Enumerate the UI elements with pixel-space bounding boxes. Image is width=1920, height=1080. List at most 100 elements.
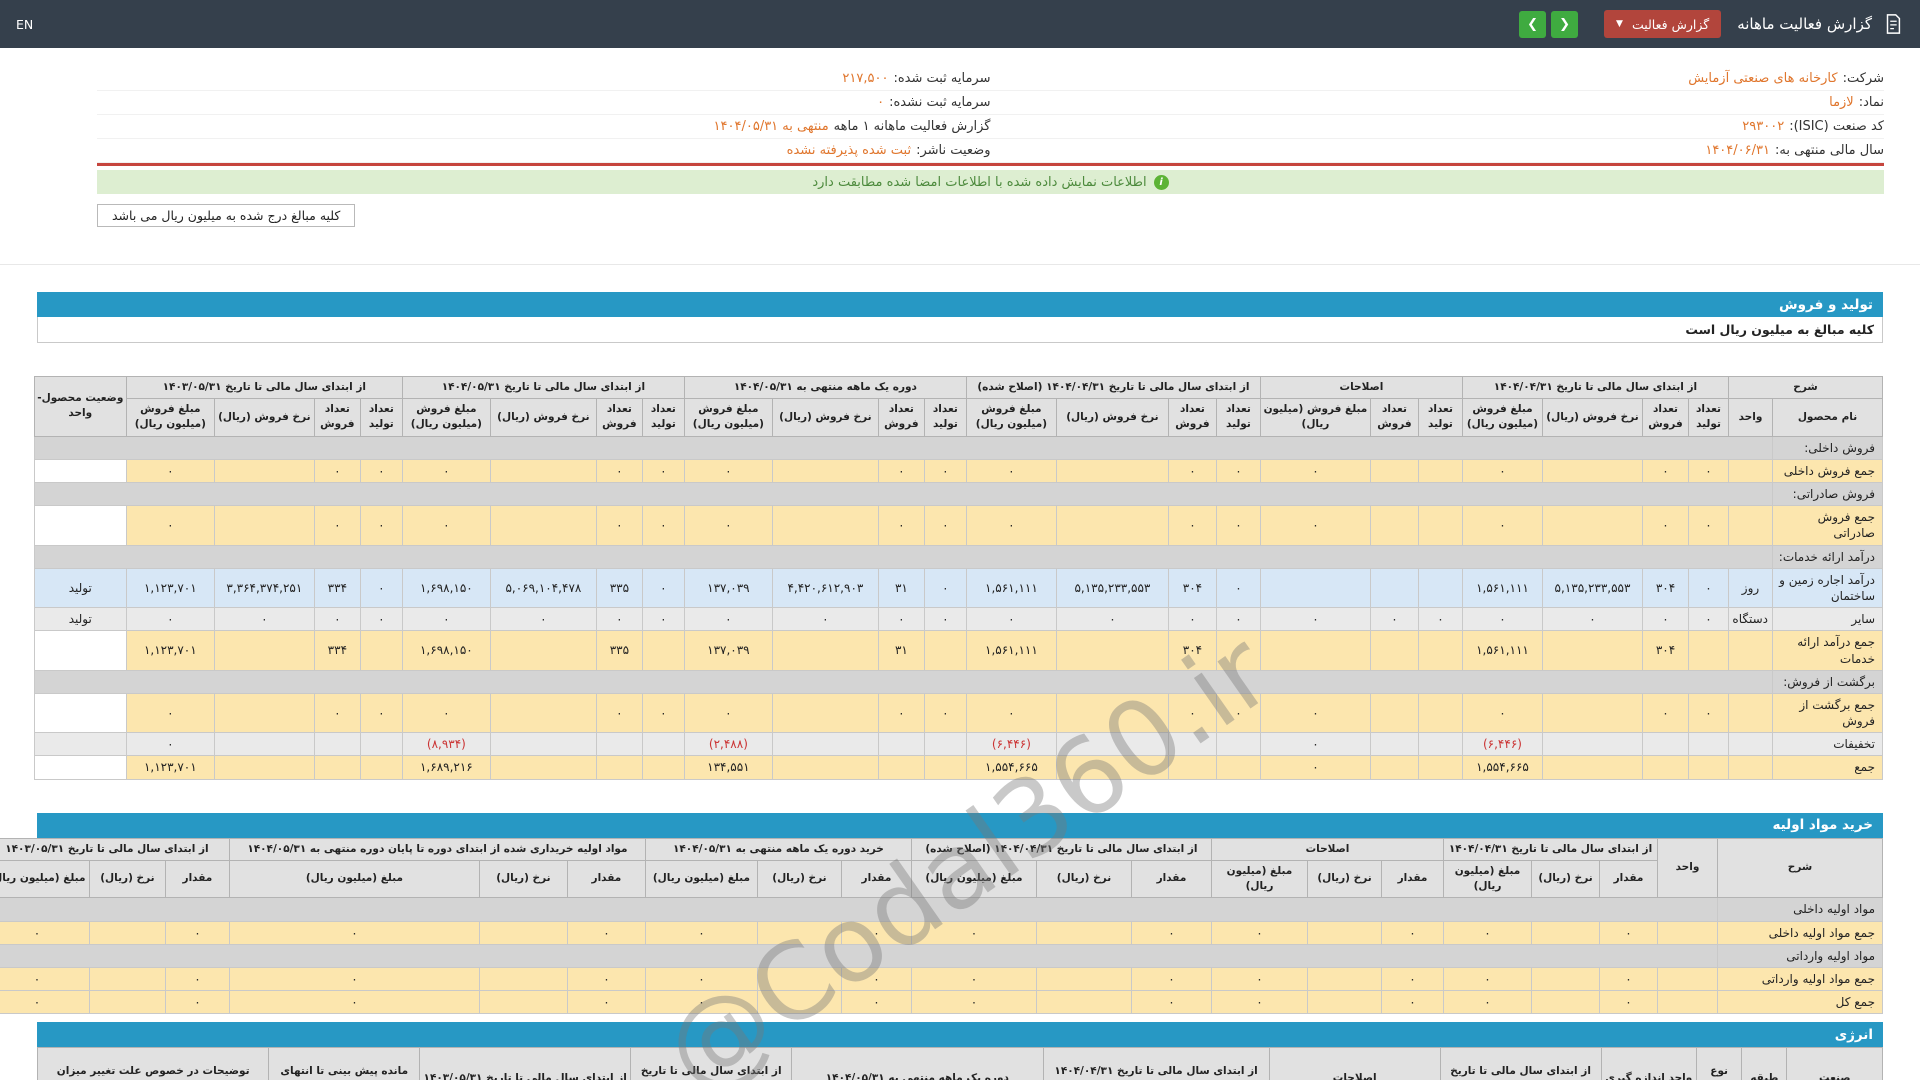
measure-header: نرخ (ریال) xyxy=(1036,860,1131,897)
value-cell: ۰ xyxy=(1216,693,1260,732)
status-cell xyxy=(34,693,126,732)
row-label: مواد اولیه وارداتی xyxy=(1718,944,1883,967)
company-info-right-column: شرکت:کارخانه های صنعتی آزمایشنماد:لازماک… xyxy=(991,67,1885,163)
measure-header: مقدار xyxy=(165,860,229,897)
period-group-header: از ابتدای سال مالی تا تاریخ ۱۴۰۳/۰۵/۳۱ xyxy=(0,838,229,860)
value-cell xyxy=(1418,506,1462,545)
value-cell xyxy=(360,733,402,756)
value-cell: ۱۳۷,۰۳۹ xyxy=(684,568,772,607)
section-fill xyxy=(34,483,1772,506)
value-cell xyxy=(772,459,878,482)
measure-header: نرخ (ریال) xyxy=(1532,860,1600,897)
value-cell xyxy=(642,733,684,756)
status-cell xyxy=(34,459,126,482)
value-cell: ۱۳۴,۵۵۱ xyxy=(684,756,772,779)
info-value: ۰ xyxy=(877,95,884,110)
info-label: سال مالی منتهی به: xyxy=(1775,143,1884,158)
value-cell xyxy=(479,991,567,1014)
period-group-header: از ابتدای سال مالی تا تاریخ ۱۴۰۴/۰۴/۳۱ (… xyxy=(911,838,1211,860)
company-info-row: گزارش فعالیت ماهانه ۱ ماههمنتهی به ۱۴۰۴/… xyxy=(97,115,991,139)
value-cell: ۰ xyxy=(126,459,214,482)
value-cell: ۰ xyxy=(1131,991,1211,1014)
value-cell xyxy=(1036,921,1131,944)
unit-cell xyxy=(1729,631,1773,670)
value-cell: ۰ xyxy=(126,608,214,631)
value-cell xyxy=(490,693,596,732)
value-cell xyxy=(1543,693,1643,732)
period-group-header: اصلاحات xyxy=(1260,377,1462,399)
data-row: جمع مواد اولیه داخلی۰۰۰۰۰۰۰۰۰۰۰۰ xyxy=(0,921,1883,944)
company-link[interactable]: کارخانه های صنعتی آزمایش xyxy=(1688,71,1837,86)
data-row: سایردستگاه۰۰۰۰۰۰۰۰۰۰۰۰۰۰۰۰۰۰۰۰۰۰۰تولید xyxy=(34,608,1882,631)
main-content: @Codal360.ir تولید و فروش کلیه مبالغ به … xyxy=(37,292,1883,1080)
value-cell xyxy=(1260,631,1370,670)
value-cell xyxy=(1543,459,1643,482)
value-cell xyxy=(757,921,841,944)
section-fill xyxy=(0,944,1718,967)
energy-column-header: نوع انرژی xyxy=(1697,1048,1742,1080)
value-cell: ۰ xyxy=(567,967,645,990)
value-cell: ۵,۰۶۹,۱۰۴,۴۷۸ xyxy=(490,568,596,607)
value-cell: ۴,۴۲۰,۶۱۲,۹۰۳ xyxy=(772,568,878,607)
measure-header: تعداد فروش xyxy=(1643,399,1689,436)
value-cell: ۵,۱۳۵,۲۳۳,۵۵۳ xyxy=(1543,568,1643,607)
section-row: برگشت از فروش: xyxy=(34,670,1882,693)
unit-cell xyxy=(1729,459,1773,482)
value-cell: ۰ xyxy=(165,991,229,1014)
value-cell: ۰ xyxy=(1689,568,1729,607)
value-cell xyxy=(490,631,596,670)
value-cell xyxy=(89,921,165,944)
value-cell: ۱,۱۲۳,۷۰۱ xyxy=(126,756,214,779)
row-label: جمع کل xyxy=(1718,991,1883,1014)
measure-header: مقدار xyxy=(1600,860,1658,897)
measure-header: تعداد تولید xyxy=(1418,399,1462,436)
value-cell xyxy=(924,631,966,670)
energy-column-header: مانده پیش بینی تا انتهای سال مالی ۱۴۰۴/۰… xyxy=(269,1048,420,1080)
value-cell xyxy=(1370,756,1418,779)
value-cell: ۰ xyxy=(596,693,642,732)
period-group-header: اصلاحات xyxy=(1211,838,1443,860)
value-cell xyxy=(1370,568,1418,607)
value-cell: ۰ xyxy=(1260,693,1370,732)
period-group-header: از ابتدای سال مالی تا تاریخ ۱۴۰۳/۰۵/۳۱ xyxy=(126,377,402,399)
company-info-left-column: سرمایه ثبت شده:۲۱۷,۵۰۰سرمایه ثبت نشده:۰گ… xyxy=(97,67,991,163)
value-cell: ۱,۵۶۱,۱۱۱ xyxy=(966,631,1056,670)
report-type-button[interactable]: گزارش فعالیت ▼ xyxy=(1604,10,1721,38)
energy-column-header: از ابتدای سال مالی تا تاریخ ۱۴۰۴/۰۴/۳۱ (… xyxy=(1043,1048,1269,1080)
value-cell: ۰ xyxy=(1689,459,1729,482)
value-cell: ۰ xyxy=(1600,921,1658,944)
language-toggle[interactable]: EN xyxy=(16,17,33,32)
value-cell: ۰ xyxy=(1462,506,1542,545)
row-label: جمع فروش صادراتی xyxy=(1773,506,1883,545)
value-cell xyxy=(1036,967,1131,990)
value-cell: ۰ xyxy=(684,459,772,482)
value-cell xyxy=(1216,733,1260,756)
measure-header: مقدار xyxy=(841,860,911,897)
value-cell: (۸,۹۳۴) xyxy=(402,733,490,756)
value-cell xyxy=(757,991,841,1014)
chevron-down-icon: ▼ xyxy=(1616,20,1623,29)
value-cell: ۰ xyxy=(360,608,402,631)
raw-materials-section: خرید مواد اولیه شرحواحداز ابتدای سال مال… xyxy=(37,813,1883,1015)
value-cell: ۰ xyxy=(966,506,1056,545)
value-cell: ۱۳۷,۰۳۹ xyxy=(684,631,772,670)
row-label: فروش صادراتی: xyxy=(1773,483,1883,506)
value-cell: ۰ xyxy=(924,608,966,631)
value-cell: ۱,۵۵۴,۶۶۵ xyxy=(1462,756,1542,779)
table-body: فروش داخلی:جمع فروش داخلی۰۰۰۰۰۰۰۰۰۰۰۰۰۰۰… xyxy=(34,436,1882,779)
period-group-header: از ابتدای سال مالی تا تاریخ ۱۴۰۴/۰۴/۳۱ xyxy=(1444,838,1658,860)
measure-header: تعداد تولید xyxy=(642,399,684,436)
measure-header: مبلغ فروش (میلیون ریال) xyxy=(1260,399,1370,436)
value-cell xyxy=(1689,631,1729,670)
prev-report-button[interactable]: ❮ xyxy=(1519,11,1546,38)
value-cell xyxy=(1168,733,1216,756)
next-report-button[interactable]: ❯ xyxy=(1551,11,1578,38)
value-cell xyxy=(1056,693,1168,732)
value-cell xyxy=(360,756,402,779)
value-cell: ۰ xyxy=(966,608,1056,631)
value-cell: ۰ xyxy=(1260,506,1370,545)
value-cell: ۰ xyxy=(360,693,402,732)
energy-column-header: صنعت xyxy=(1787,1048,1883,1080)
value-cell xyxy=(214,733,314,756)
value-cell: ۳۱ xyxy=(878,631,924,670)
